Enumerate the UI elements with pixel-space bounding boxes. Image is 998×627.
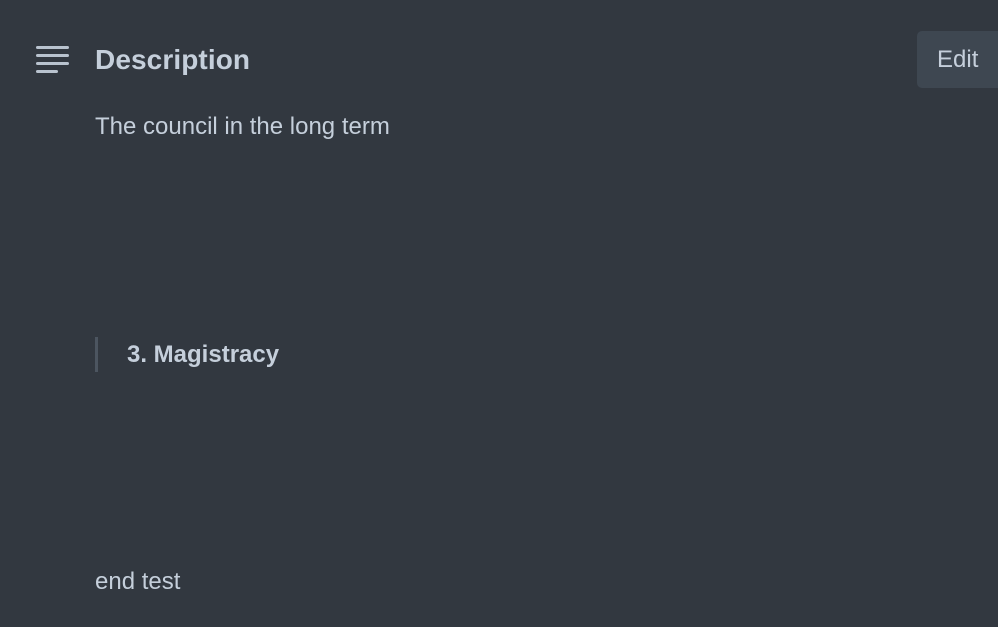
edit-button[interactable]: Edit <box>917 31 998 88</box>
description-last-line: end test <box>95 568 181 595</box>
section-title: Description <box>95 44 251 75</box>
description-panel: Description Edit The council in the long… <box>0 0 998 627</box>
blockquote: 3. Magistracy <box>95 337 279 372</box>
text-align-left-icon <box>36 46 70 74</box>
description-line: The council in the long term <box>95 113 390 140</box>
blockquote-text: 3. Magistracy <box>127 341 280 368</box>
